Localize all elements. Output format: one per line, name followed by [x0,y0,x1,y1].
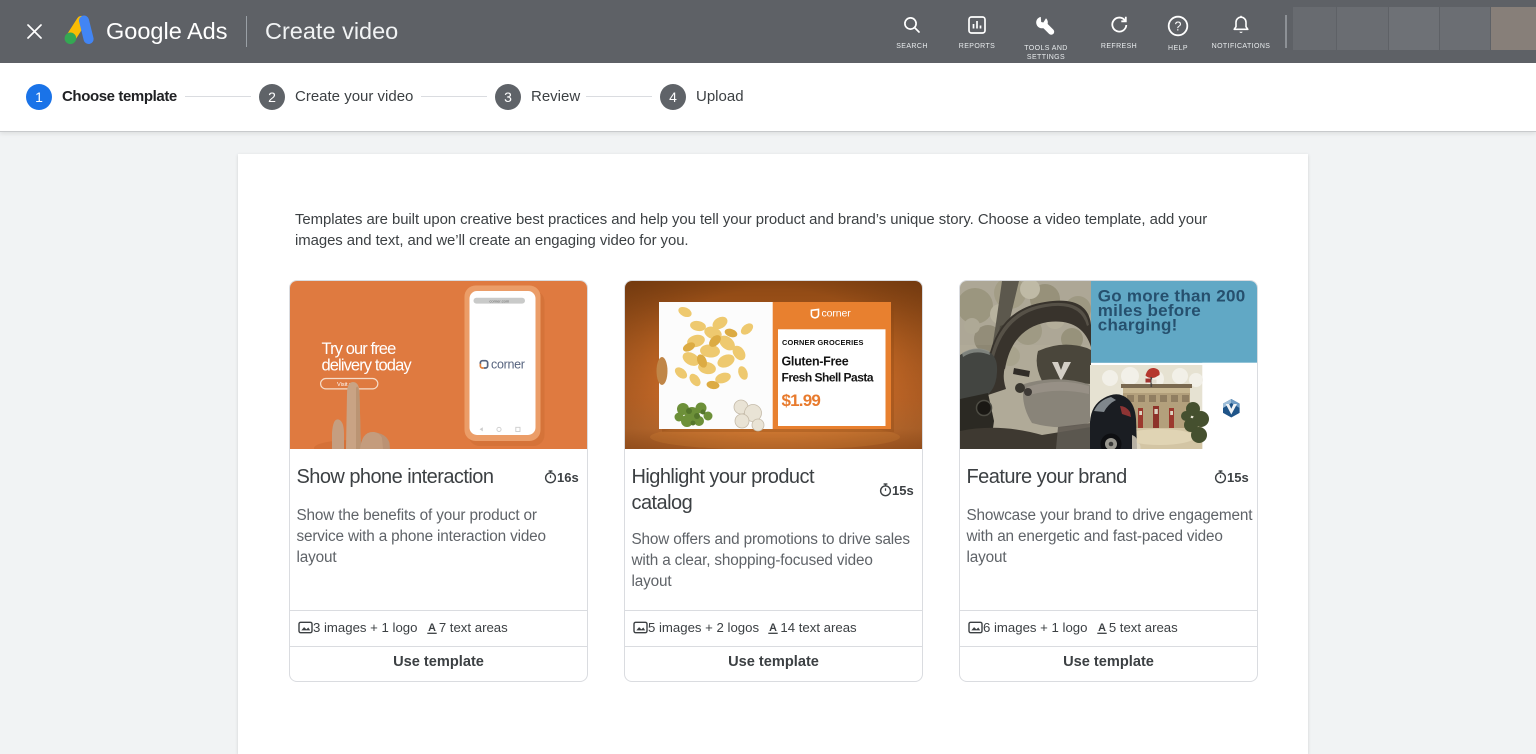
svg-text:corner.com: corner.com [489,298,509,303]
svg-text:A: A [428,622,436,634]
svg-text:A: A [1098,622,1106,634]
svg-text:CORNER GROCERIES: CORNER GROCERIES [782,338,864,347]
svg-text:Gluten-Free: Gluten-Free [782,355,849,369]
svg-text:$1.99: $1.99 [782,391,821,410]
svg-text:corner: corner [822,308,852,320]
svg-text:Fresh Shell Pasta: Fresh Shell Pasta [782,370,874,384]
svg-text:corner: corner [491,358,525,372]
svg-text:delivery today: delivery today [322,357,413,375]
svg-text:Try our free: Try our free [322,340,397,358]
svg-text:A: A [770,622,778,634]
svg-text:?: ? [1175,20,1182,34]
svg-text:charging!: charging! [1098,315,1178,334]
